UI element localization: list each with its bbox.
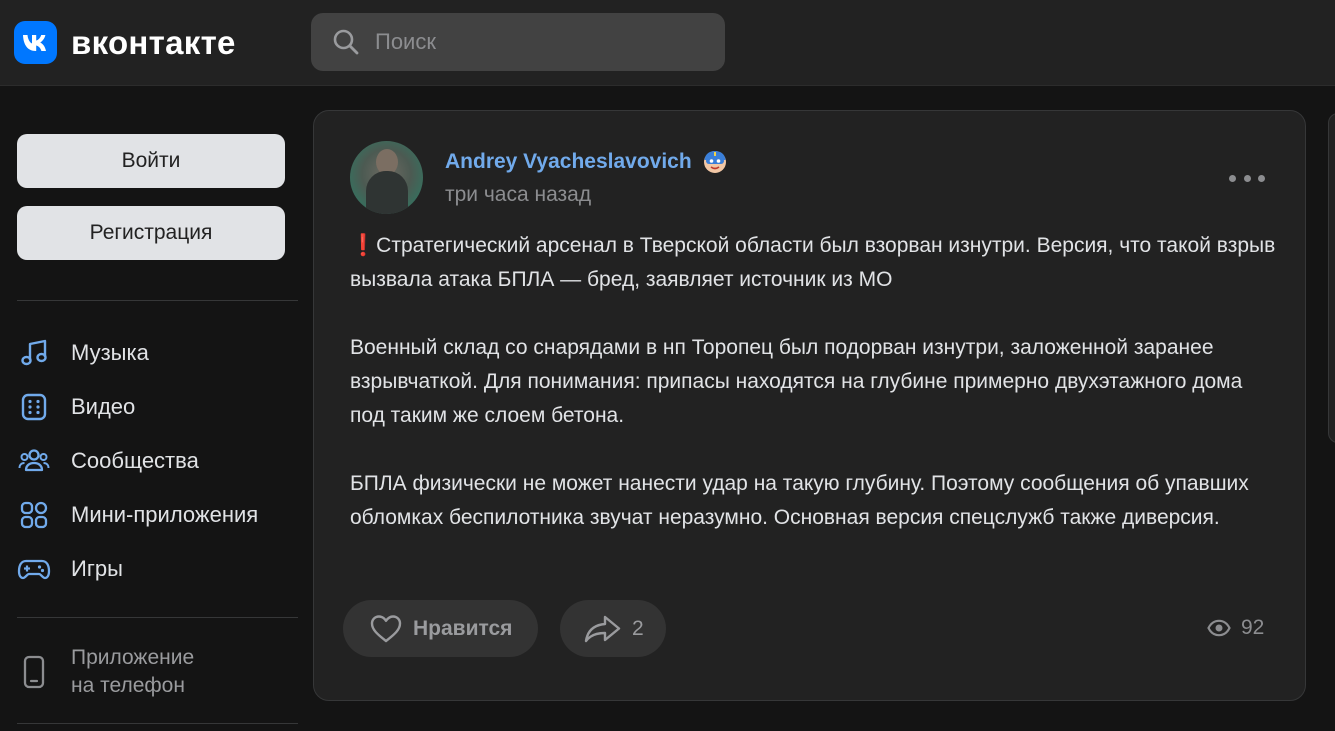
avatar[interactable]	[350, 141, 423, 214]
login-button[interactable]: Войти	[17, 134, 285, 188]
heart-icon	[370, 614, 402, 642]
sidebar-item-mini-apps[interactable]: Мини-приложения	[17, 495, 258, 535]
sidebar-item-games[interactable]: Игры	[17, 549, 123, 589]
app-promo-label: Приложение на телефон	[71, 644, 194, 700]
sidebar-item-label: Игры	[71, 556, 123, 581]
register-button[interactable]: Регистрация	[17, 206, 285, 260]
sidebar-divider	[17, 723, 298, 724]
mobile-app-promo[interactable]: Приложение на телефон	[17, 644, 194, 700]
post-paragraph: БПЛА физически не может нанести удар на …	[350, 472, 1249, 529]
app-promo-line2: на телефон	[71, 674, 185, 697]
share-arrow-icon	[584, 615, 621, 642]
dot-icon	[1258, 174, 1265, 182]
app-promo-line1: Приложение	[71, 646, 195, 669]
top-bar: вконтакте	[0, 0, 1335, 86]
like-label: Нравится	[413, 616, 513, 640]
vk-logo-icon	[14, 21, 57, 64]
dot-icon	[1229, 174, 1236, 182]
sidebar-divider	[17, 617, 298, 618]
post-timestamp[interactable]: три часа назад	[445, 183, 591, 207]
post-author: Andrey Vyacheslavovich	[445, 149, 728, 175]
sidebar: Войти Регистрация Музыка Видео Сообществ…	[0, 86, 300, 731]
video-icon	[17, 390, 51, 424]
search-box[interactable]	[311, 13, 725, 71]
like-button[interactable]: Нравится	[343, 600, 539, 657]
phone-icon	[17, 655, 51, 689]
logo-text: вконтакте	[71, 23, 236, 61]
post-paragraph: Военный склад со снарядами в нп Торопец …	[350, 336, 1243, 427]
post-text: ❗Стратегический арсенал в Тверской облас…	[350, 229, 1280, 535]
eye-icon	[1207, 619, 1231, 637]
views-count: 92	[1241, 616, 1265, 639]
adjacent-card-edge	[1328, 113, 1335, 443]
vk-logo[interactable]: вконтакте	[14, 21, 236, 64]
post-card: Andrey Vyacheslavovich три часа назад ❗С…	[313, 110, 1306, 701]
superhero-emoji-icon	[703, 151, 726, 173]
sidebar-item-label: Музыка	[71, 340, 149, 365]
users-icon	[17, 444, 51, 478]
sidebar-item-label: Видео	[71, 394, 136, 419]
apps-grid-icon	[17, 498, 51, 532]
share-count: 2	[632, 616, 644, 640]
author-name-link[interactable]: Andrey Vyacheslavovich	[445, 150, 692, 174]
sidebar-item-music[interactable]: Музыка	[17, 333, 149, 373]
post-paragraph-text: Стратегический арсенал в Тверской област…	[350, 234, 1276, 291]
more-options-button[interactable]	[1229, 166, 1265, 190]
music-note-icon	[17, 336, 51, 370]
gamepad-icon	[17, 552, 51, 586]
dot-icon	[1243, 174, 1251, 182]
sidebar-divider	[17, 300, 298, 301]
exclamation-icon: ❗	[350, 234, 377, 257]
sidebar-item-label: Мини-приложения	[71, 502, 259, 527]
search-input[interactable]	[375, 29, 695, 55]
post-paragraph: ❗Стратегический арсенал в Тверской облас…	[350, 229, 1280, 297]
share-button[interactable]: 2	[560, 600, 666, 657]
views-counter: 92	[1207, 616, 1264, 640]
sidebar-item-communities[interactable]: Сообщества	[17, 441, 199, 481]
sidebar-item-video[interactable]: Видео	[17, 387, 135, 427]
sidebar-item-label: Сообщества	[71, 448, 199, 473]
search-icon	[333, 29, 359, 55]
